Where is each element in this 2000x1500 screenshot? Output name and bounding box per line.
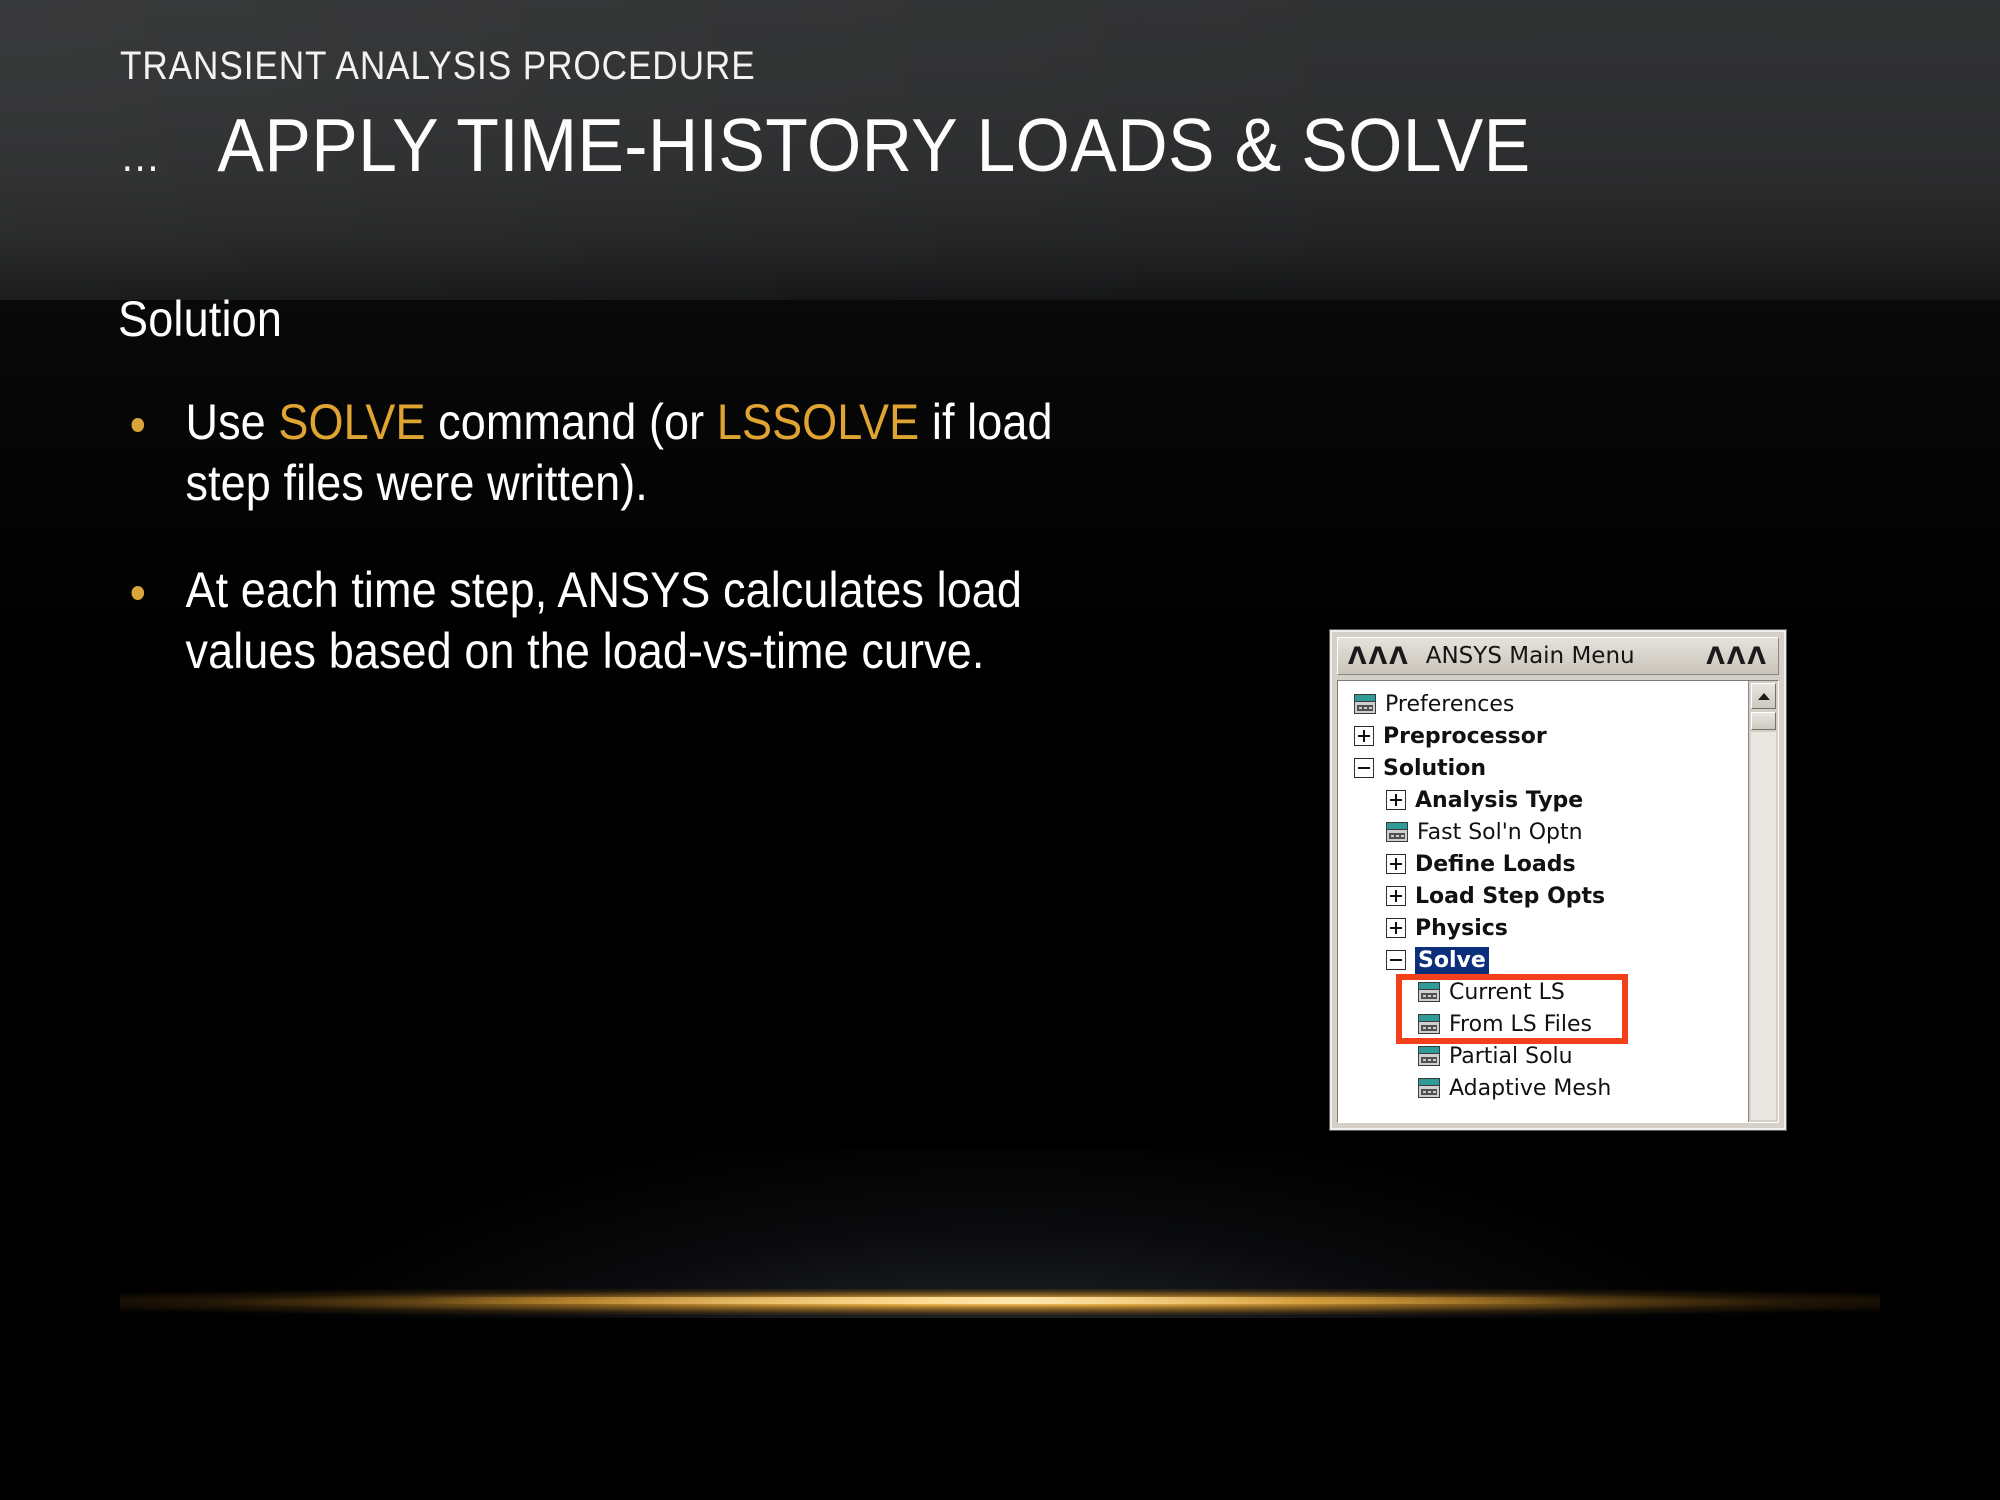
menu-item-label: Solve bbox=[1415, 946, 1489, 974]
bottom-black-band bbox=[0, 1318, 2000, 1500]
expand-plus-icon[interactable] bbox=[1386, 918, 1406, 938]
menu-item-label: Current LS bbox=[1449, 979, 1565, 1005]
menu-item-label: Physics bbox=[1415, 915, 1508, 941]
bullet-text: command (or bbox=[425, 394, 717, 450]
menu-tree-item[interactable]: Preprocessor bbox=[1344, 720, 1748, 752]
window-icon bbox=[1354, 694, 1376, 714]
collapse-minus-icon[interactable] bbox=[1386, 950, 1406, 970]
bullet-list: Use SOLVE command (or LSSOLVE if load st… bbox=[118, 392, 1238, 682]
page-title: … APPLY TIME-HISTORY LOADS & SOLVE bbox=[118, 102, 1580, 188]
menu-tree-item[interactable]: Solution bbox=[1344, 752, 1748, 784]
expand-plus-icon[interactable] bbox=[1354, 726, 1374, 746]
bullet-item: Use SOLVE command (or LSSOLVE if load st… bbox=[118, 392, 1126, 514]
bullet-text: At each time step, ANSYS calculates load… bbox=[185, 562, 1023, 679]
menu-item-label: Solution bbox=[1383, 755, 1486, 781]
menu-item-label: Partial Solu bbox=[1449, 1043, 1573, 1069]
window-icon bbox=[1418, 1078, 1440, 1098]
scroll-up-icon bbox=[1757, 692, 1770, 700]
menu-tree-item[interactable]: Adaptive Mesh bbox=[1344, 1072, 1748, 1104]
bullet-item: At each time step, ANSYS calculates load… bbox=[118, 560, 1126, 682]
menu-item-label: Load Step Opts bbox=[1415, 883, 1606, 909]
menu-item-label: Preferences bbox=[1385, 691, 1515, 717]
stage-glow bbox=[250, 1150, 1750, 1470]
menu-item-label: Define Loads bbox=[1415, 851, 1576, 877]
menu-tree-item[interactable]: Partial Solu bbox=[1344, 1040, 1748, 1072]
chevrons-right-icon: ΛΛΛ bbox=[1706, 642, 1768, 670]
expand-plus-icon[interactable] bbox=[1386, 790, 1406, 810]
bullet-dot-icon bbox=[131, 586, 145, 600]
chevrons-left-icon: ΛΛΛ bbox=[1348, 642, 1410, 670]
amber-horizon-glow bbox=[120, 1289, 1880, 1315]
menu-tree-item[interactable]: Define Loads bbox=[1344, 848, 1748, 880]
ansys-titlebar[interactable]: ΛΛΛ ANSYS Main Menu ΛΛΛ bbox=[1337, 637, 1779, 675]
window-icon bbox=[1418, 982, 1440, 1002]
menu-tree-item[interactable]: Physics bbox=[1344, 912, 1748, 944]
window-icon bbox=[1418, 1046, 1440, 1066]
ansys-menu-body: Preferences Preprocessor Solution Analysis … bbox=[1337, 680, 1779, 1123]
menu-item-label: From LS Files bbox=[1449, 1011, 1592, 1037]
scroll-up-button[interactable] bbox=[1751, 683, 1776, 709]
slide-canvas: TRANSIENT ANALYSIS PROCEDURE … APPLY TIM… bbox=[0, 0, 2000, 1500]
menu-tree-item[interactable]: Analysis Type bbox=[1344, 784, 1748, 816]
ansys-main-menu-window[interactable]: ΛΛΛ ANSYS Main Menu ΛΛΛ Preferences Prepr… bbox=[1330, 630, 1786, 1130]
title-main-text: APPLY TIME-HISTORY LOADS & SOLVE bbox=[217, 103, 1531, 187]
command-keyword: SOLVE bbox=[278, 394, 426, 450]
title-ellipsis: … bbox=[119, 132, 163, 181]
amber-horizon-core bbox=[420, 1297, 1580, 1304]
menu-tree-item[interactable]: From LS Files bbox=[1344, 1008, 1748, 1040]
slide-eyebrow: TRANSIENT ANALYSIS PROCEDURE bbox=[120, 44, 756, 88]
collapse-minus-icon[interactable] bbox=[1354, 758, 1374, 778]
menu-tree-item[interactable]: Current LS bbox=[1344, 976, 1748, 1008]
bullet-dot-icon bbox=[131, 418, 145, 432]
ansys-window-title: ANSYS Main Menu bbox=[1425, 643, 1635, 669]
bullet-text: Use bbox=[185, 394, 279, 450]
menu-tree-item[interactable]: Fast Sol'n Optn bbox=[1344, 816, 1748, 848]
menu-item-label: Adaptive Mesh bbox=[1449, 1075, 1612, 1101]
scrollbar-thumb[interactable] bbox=[1751, 712, 1776, 730]
ansys-vertical-scrollbar[interactable] bbox=[1748, 681, 1778, 1122]
menu-item-label: Analysis Type bbox=[1415, 787, 1584, 813]
menu-tree-item[interactable]: Preferences bbox=[1344, 688, 1748, 720]
ansys-menu-tree: Preferences Preprocessor Solution Analysis … bbox=[1338, 681, 1748, 1122]
command-keyword: LSSOLVE bbox=[716, 394, 920, 450]
section-heading: Solution bbox=[118, 291, 283, 347]
window-icon bbox=[1418, 1014, 1440, 1034]
body-content: Solution Use SOLVE command (or LSSOLVE i… bbox=[118, 290, 1238, 728]
window-icon bbox=[1386, 822, 1408, 842]
scrollbar-track[interactable] bbox=[1751, 732, 1776, 1120]
expand-plus-icon[interactable] bbox=[1386, 886, 1406, 906]
expand-plus-icon[interactable] bbox=[1386, 854, 1406, 874]
menu-item-label: Fast Sol'n Optn bbox=[1417, 819, 1583, 845]
menu-tree-item[interactable]: Load Step Opts bbox=[1344, 880, 1748, 912]
menu-item-label: Preprocessor bbox=[1383, 723, 1547, 749]
menu-tree-item[interactable]: Solve bbox=[1344, 944, 1748, 976]
